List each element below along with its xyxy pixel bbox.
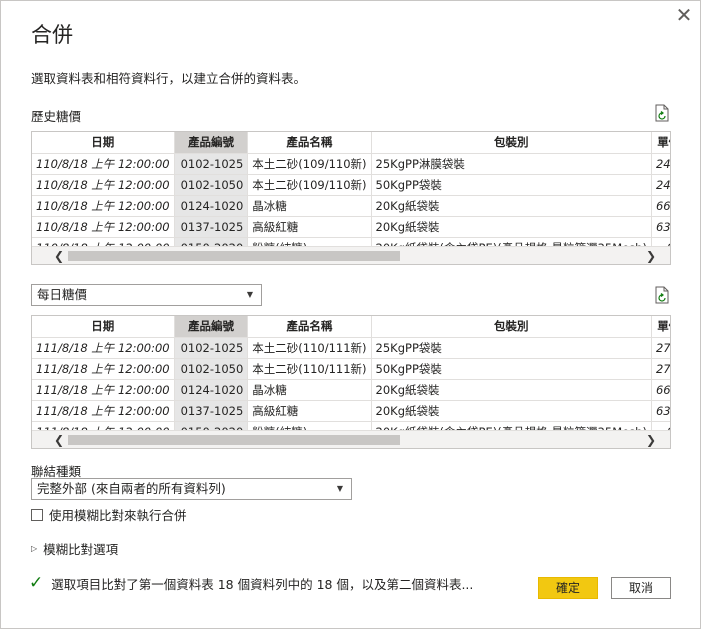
chevron-down-icon: ▼ bbox=[336, 484, 343, 493]
table2-header-row: 日期產品編號產品名稱包裝別單價 bbox=[32, 316, 670, 338]
table-row: 110/8/18 上午 12:00:00 0102-1050 本土二砂(109/11… bbox=[32, 174, 670, 196]
match-status-text: 選取項目比對了第一個資料表 18 個資料列中的 18 個，以及第二個資料表... bbox=[51, 576, 474, 592]
merge-dialog: ✕ 合併 選取資料表和相符資料行，以建立合併的資料表。 歷史糖價 日期 產品編號產… bbox=[0, 0, 701, 629]
table-cell: 0102-1025 bbox=[174, 337, 249, 359]
column-header[interactable]: 產品名稱 bbox=[247, 316, 372, 338]
table1-preview-table: 日期產品編號產品名稱包裝別單價 110/8/18 上午 12:00:000102… bbox=[32, 132, 670, 259]
table1-preview-grid: 日期產品編號產品名稱包裝別單價 110/8/18 上午 12:00:000102… bbox=[31, 131, 671, 265]
table-cell: 111/8/18 上午 12:00:00 bbox=[32, 400, 175, 422]
table2-scroll-thumb[interactable] bbox=[68, 435, 400, 445]
scroll-right-icon[interactable]: ❯ bbox=[644, 433, 658, 447]
table-cell: 24.2 bbox=[651, 153, 670, 175]
table-cell: 高級紅糖 bbox=[247, 400, 372, 422]
fuzzy-match-checkbox[interactable] bbox=[31, 508, 43, 521]
table1-label: 歷史糖價 bbox=[31, 109, 82, 124]
dialog-subtitle: 選取資料表和相符資料行，以建立合併的資料表。 bbox=[31, 71, 307, 86]
table-cell: 50KgPP袋裝 bbox=[371, 174, 652, 196]
table-cell: 0124-1020 bbox=[174, 195, 249, 217]
fuzzy-options-expander[interactable]: ▷ 模糊比對選項 bbox=[31, 539, 118, 558]
table-cell: 0102-1050 bbox=[174, 358, 249, 380]
match-status: ✓ 選取項目比對了第一個資料表 18 個資料列中的 18 個，以及第二個資料表.… bbox=[29, 573, 473, 593]
table-row: 111/8/18 上午 12:00:00 0124-1020 晶冰糖 20Kg紙袋裝 6… bbox=[32, 379, 670, 401]
refresh-preview-icon[interactable] bbox=[654, 104, 670, 122]
dialog-title: 合併 bbox=[31, 23, 73, 47]
table2-select-value: 每日糖價 bbox=[37, 287, 88, 302]
table-cell: 63.5 bbox=[651, 216, 670, 238]
table-cell: 111/8/18 上午 12:00:00 bbox=[32, 379, 175, 401]
table2-preview-grid: 日期產品編號產品名稱包裝別單價 111/8/18 上午 12:00:000102… bbox=[31, 315, 671, 449]
table-cell: 63.5 bbox=[651, 400, 670, 422]
scroll-left-icon[interactable]: ❮ bbox=[52, 249, 66, 263]
table-cell: 20Kg紙袋裝 bbox=[371, 195, 652, 217]
table-row: 111/8/18 上午 12:00:00 0102-1050 本土二砂(110/11… bbox=[32, 358, 670, 380]
column-header[interactable]: 產品編號 bbox=[174, 132, 249, 154]
table2-preview-table: 日期產品編號產品名稱包裝別單價 111/8/18 上午 12:00:000102… bbox=[32, 316, 670, 443]
table-cell: 0124-1020 bbox=[174, 379, 249, 401]
ok-button[interactable]: 確定 bbox=[538, 577, 598, 599]
cancel-button[interactable]: 取消 bbox=[611, 577, 671, 599]
table-cell: 高級紅糖 bbox=[247, 216, 372, 238]
table-cell: 50KgPP袋裝 bbox=[371, 358, 652, 380]
table-cell: 110/8/18 上午 12:00:00 bbox=[32, 174, 175, 196]
column-header[interactable]: 日期 bbox=[32, 132, 175, 154]
table-cell: 0102-1050 bbox=[174, 174, 249, 196]
table-row: 111/8/18 上午 12:00:00 0102-1025 本土二砂(110/11… bbox=[32, 337, 670, 359]
table-cell: 110/8/18 上午 12:00:00 bbox=[32, 153, 175, 175]
column-header[interactable]: 包裝別 bbox=[371, 316, 652, 338]
table-cell: 本土二砂(109/110新) bbox=[247, 153, 372, 175]
table-cell: 本土二砂(110/111新) bbox=[247, 337, 372, 359]
table-cell: 0102-1025 bbox=[174, 153, 249, 175]
scroll-left-icon[interactable]: ❮ bbox=[52, 433, 66, 447]
column-header[interactable]: 產品名稱 bbox=[247, 132, 372, 154]
table-cell: 111/8/18 上午 12:00:00 bbox=[32, 358, 175, 380]
table-cell: 0137-1025 bbox=[174, 216, 249, 238]
table-cell: 27.4 bbox=[651, 358, 670, 380]
join-kind-select[interactable]: 完整外部 (來自兩者的所有資料列) ▼ bbox=[31, 478, 352, 500]
table2-horizontal-scrollbar[interactable]: ❮ ❯ bbox=[32, 430, 670, 448]
close-icon[interactable]: ✕ bbox=[673, 5, 695, 27]
table-row: 110/8/18 上午 12:00:00 0102-1025 本土二砂(109/11… bbox=[32, 153, 670, 175]
table-row: 110/8/18 上午 12:00:00 0124-1020 晶冰糖 20Kg紙袋裝 6… bbox=[32, 195, 670, 217]
checkmark-icon: ✓ bbox=[29, 573, 44, 593]
chevron-down-icon: ▼ bbox=[246, 290, 253, 299]
table-cell: 25KgPP淋膜袋裝 bbox=[371, 153, 652, 175]
column-header[interactable]: 產品編號 bbox=[174, 316, 249, 338]
table-cell: 本土二砂(110/111新) bbox=[247, 358, 372, 380]
table-cell: 晶冰糖 bbox=[247, 379, 372, 401]
column-header[interactable]: 單價 bbox=[651, 132, 670, 154]
fuzzy-options-label: 模糊比對選項 bbox=[43, 542, 119, 557]
table-cell: 111/8/18 上午 12:00:00 bbox=[32, 337, 175, 359]
table-cell: 27.4 bbox=[651, 337, 670, 359]
table-cell: 晶冰糖 bbox=[247, 195, 372, 217]
join-kind-value: 完整外部 (來自兩者的所有資料列) bbox=[37, 481, 226, 496]
table1-header-row: 日期產品編號產品名稱包裝別單價 bbox=[32, 132, 670, 154]
table-row: 111/8/18 上午 12:00:00 0137-1025 高級紅糖 20Kg紙袋裝… bbox=[32, 400, 670, 422]
table-cell: 66.7 bbox=[651, 195, 670, 217]
table1-horizontal-scrollbar[interactable]: ❮ ❯ bbox=[32, 246, 670, 264]
fuzzy-match-checkbox-label: 使用模糊比對來執行合併 bbox=[49, 508, 187, 523]
scroll-right-icon[interactable]: ❯ bbox=[644, 249, 658, 263]
table-cell: 25KgPP袋裝 bbox=[371, 337, 652, 359]
column-header[interactable]: 日期 bbox=[32, 316, 175, 338]
table1-scroll-thumb[interactable] bbox=[68, 251, 400, 261]
refresh-preview-icon[interactable] bbox=[654, 286, 670, 304]
table-row: 110/8/18 上午 12:00:00 0137-1025 高級紅糖 20Kg紙袋裝… bbox=[32, 216, 670, 238]
column-header[interactable]: 包裝別 bbox=[371, 132, 652, 154]
table-cell: 66.7 bbox=[651, 379, 670, 401]
table-cell: 本土二砂(109/110新) bbox=[247, 174, 372, 196]
chevron-right-icon: ▷ bbox=[31, 544, 38, 553]
table-cell: 20Kg紙袋裝 bbox=[371, 216, 652, 238]
table-cell: 20Kg紙袋裝 bbox=[371, 400, 652, 422]
table-cell: 110/8/18 上午 12:00:00 bbox=[32, 216, 175, 238]
table-cell: 20Kg紙袋裝 bbox=[371, 379, 652, 401]
table-cell: 24.2 bbox=[651, 174, 670, 196]
fuzzy-match-checkbox-row[interactable]: 使用模糊比對來執行合併 bbox=[31, 505, 187, 524]
column-header[interactable]: 單價 bbox=[651, 316, 670, 338]
table-cell: 110/8/18 上午 12:00:00 bbox=[32, 195, 175, 217]
table2-select[interactable]: 每日糖價 ▼ bbox=[31, 284, 262, 306]
table-cell: 0137-1025 bbox=[174, 400, 249, 422]
